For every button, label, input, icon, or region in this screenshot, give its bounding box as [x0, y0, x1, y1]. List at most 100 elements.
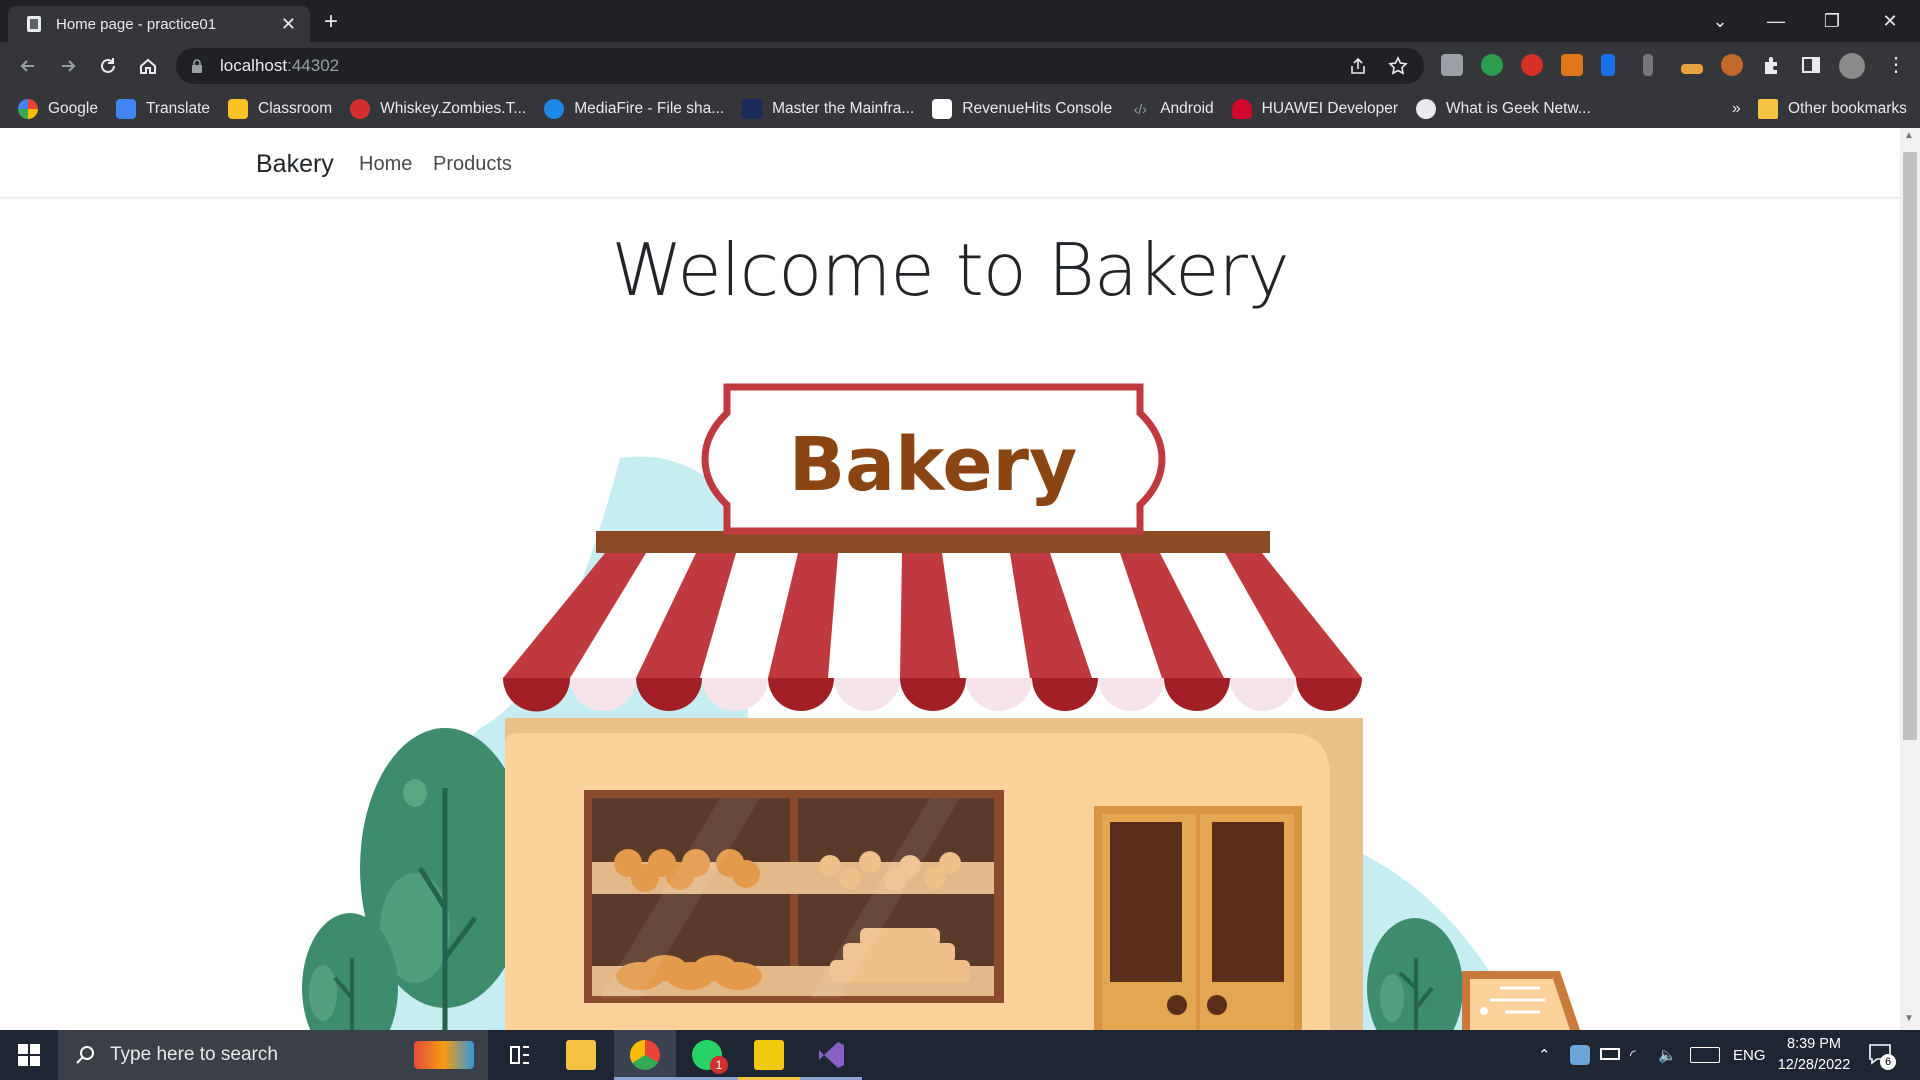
translate-icon [115, 99, 136, 119]
bookmark-classroom[interactable]: Classroom [228, 99, 332, 119]
volume-icon[interactable]: 🔈 [1658, 1030, 1677, 1080]
battery-icon[interactable] [1600, 1048, 1620, 1060]
bookmark-google[interactable]: Google [18, 99, 98, 119]
scroll-down-icon[interactable]: ▼ [1904, 1013, 1914, 1024]
address-bar[interactable]: localhost:44302 [176, 48, 1424, 84]
action-center-icon[interactable]: 6 [1868, 1042, 1896, 1070]
bookmark-label: Other bookmarks [1788, 100, 1907, 117]
close-tab-icon[interactable]: ✕ [281, 14, 296, 35]
sidewalk-sign [1462, 971, 1580, 1030]
notification-badge: 1 [710, 1056, 728, 1074]
bookmark-label: RevenueHits Console [962, 100, 1113, 117]
task-view-icon[interactable] [505, 1040, 535, 1070]
tray-app-icon[interactable] [1570, 1045, 1590, 1065]
globe-icon [1416, 99, 1437, 119]
browser-tab-strip: Home page - practice01 ✕ + ⌄ — ❐ ✕ [0, 0, 1920, 42]
page-viewport: Bakery Home Products Welcome to Bakery B… [0, 128, 1900, 1030]
bookmark-translate[interactable]: Translate [115, 99, 211, 119]
forward-arrow-icon [62, 60, 76, 72]
powerbi-taskbar-button[interactable] [738, 1030, 800, 1080]
search-icon [76, 1046, 94, 1064]
home-button[interactable] [134, 52, 162, 80]
bookmarks-overflow[interactable]: » [1732, 100, 1741, 118]
lock-icon [192, 59, 202, 73]
bookmark-label: What is Geek Netw... [1446, 100, 1591, 117]
tab-home-page[interactable]: Home page - practice01 ✕ [8, 6, 310, 42]
side-panel-icon[interactable] [1801, 55, 1821, 75]
bookmark-label: Translate [145, 100, 211, 117]
search-highlight-icon [414, 1041, 474, 1069]
clock-date: 12/28/2022 [1777, 1057, 1851, 1073]
profile-avatar[interactable] [1839, 53, 1865, 79]
taskbar-search[interactable]: Type here to search [58, 1030, 488, 1080]
bookmark-geek-network[interactable]: What is Geek Netw... [1416, 99, 1591, 119]
bakery-illustration: Bakery [302, 383, 1580, 1030]
search-placeholder: Type here to search [110, 1044, 278, 1065]
reload-button[interactable] [94, 52, 122, 80]
url-host: localhost [220, 56, 288, 75]
new-tab-button[interactable]: + [324, 8, 338, 36]
visual-studio-icon [819, 1042, 844, 1068]
bookmark-label: Master the Mainfra... [772, 100, 915, 117]
file-explorer-icon[interactable] [566, 1040, 596, 1070]
bookmark-whiskey-zombies[interactable]: Whiskey.Zombies.T... [350, 99, 526, 119]
keyboard-icon[interactable] [1690, 1047, 1720, 1063]
clock-time: 8:39 PM [1787, 1036, 1841, 1052]
browser-toolbar: localhost:44302 ⋮ [0, 42, 1920, 90]
extension-icon-6[interactable] [1643, 54, 1653, 76]
bookmark-mainframe[interactable]: Master the Mainfra... [742, 99, 914, 119]
reload-icon [101, 58, 115, 73]
extension-icon-5[interactable] [1601, 54, 1615, 76]
wifi-icon[interactable]: ◜ [1630, 1030, 1636, 1080]
extension-icon-1[interactable] [1441, 54, 1463, 76]
url-port: :44302 [287, 56, 340, 75]
restore-icon[interactable]: ❐ [1804, 0, 1860, 42]
bookmark-mediafire[interactable]: MediaFire - File sha... [544, 99, 724, 119]
forward-button[interactable] [54, 52, 82, 80]
bookmark-label: MediaFire - File sha... [574, 100, 725, 117]
bookmark-revenuehits[interactable]: RevenueHits Console [932, 99, 1112, 119]
whatsapp-taskbar-button[interactable]: 1 [676, 1030, 738, 1080]
scroll-up-icon[interactable]: ▲ [1904, 130, 1914, 141]
cookie-icon[interactable] [1721, 54, 1743, 76]
extension-icon-2[interactable] [1481, 54, 1503, 76]
mediafire-icon [544, 99, 565, 119]
bookmark-label: Google [48, 100, 98, 117]
extension-icon-3[interactable] [1521, 54, 1543, 76]
powerbi-icon [754, 1040, 784, 1070]
back-arrow-icon [20, 60, 34, 72]
bookmark-huawei[interactable]: HUAWEI Developer [1231, 99, 1398, 119]
page-scrollbar-thumb[interactable] [1903, 152, 1917, 740]
puzzle-extensions-icon[interactable] [1761, 54, 1783, 76]
tab-title: Home page - practice01 [56, 15, 217, 33]
visual-studio-taskbar-button[interactable] [800, 1030, 862, 1080]
code-icon: ‹/› [1133, 101, 1147, 117]
shop-sign-text: Bakery [789, 422, 1077, 508]
revenuehits-icon [932, 99, 953, 119]
close-window-icon[interactable]: ✕ [1862, 0, 1918, 42]
metamask-icon[interactable] [1561, 54, 1583, 76]
tab-search-icon[interactable]: ⌄ [1692, 0, 1748, 42]
menu-kebab-icon[interactable]: ⋮ [1886, 52, 1906, 78]
share-icon[interactable] [1348, 56, 1368, 76]
mainframe-icon [742, 99, 763, 119]
awning [503, 531, 1362, 712]
clock[interactable]: 8:39 PM 12/28/2022 [1774, 1034, 1854, 1076]
windows-start-icon[interactable] [18, 1044, 40, 1066]
chrome-taskbar-button[interactable] [614, 1030, 676, 1080]
extension-icon-7[interactable] [1681, 64, 1703, 74]
windows-taskbar: Type here to search 1 ⌃ ◜ 🔈 ENG 8:39 PM … [0, 1030, 1920, 1080]
bookmark-label: Whiskey.Zombies.T... [380, 100, 527, 117]
shop-sign-board: Bakery [701, 383, 1166, 535]
huawei-icon [1231, 99, 1252, 119]
notification-count: 6 [1880, 1054, 1896, 1070]
bookmark-other[interactable]: Other bookmarks [1758, 99, 1907, 119]
whiskey-icon [350, 99, 371, 119]
back-button[interactable] [14, 52, 42, 80]
minimize-icon[interactable]: — [1748, 0, 1804, 42]
language-indicator[interactable]: ENG [1733, 1030, 1766, 1080]
folder-icon [1758, 99, 1778, 119]
star-bookmark-icon[interactable] [1388, 56, 1408, 76]
bookmark-android[interactable]: ‹/› Android [1130, 99, 1214, 119]
tray-chevron-icon[interactable]: ⌃ [1538, 1030, 1551, 1080]
